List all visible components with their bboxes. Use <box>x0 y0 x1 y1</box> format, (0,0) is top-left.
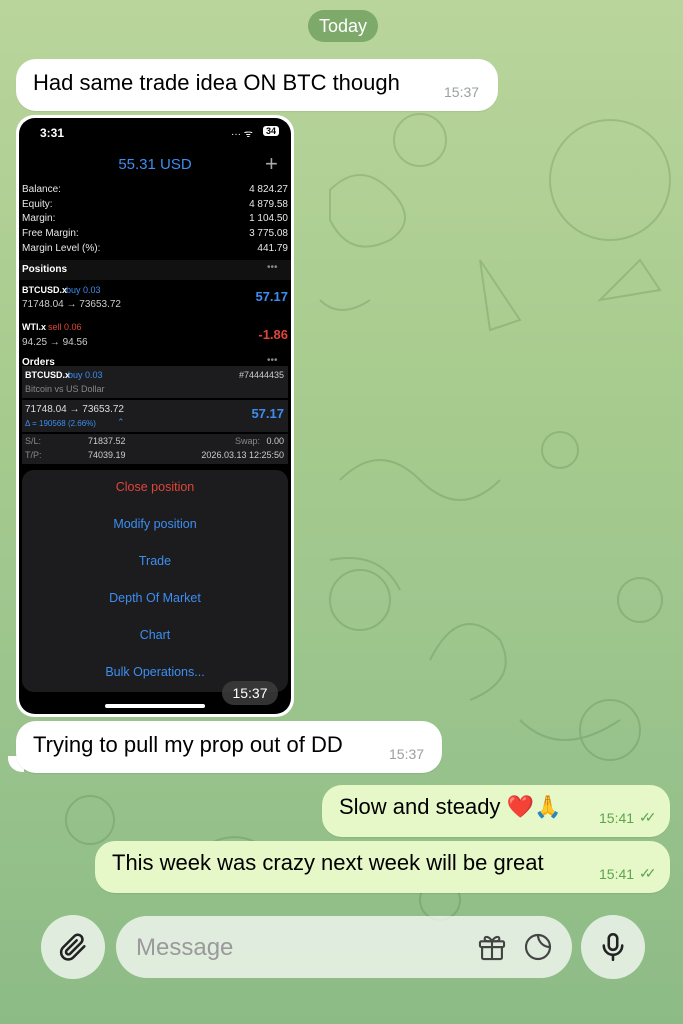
sticker-icon[interactable] <box>522 931 554 963</box>
status-icons: ··· ᯤ <box>231 129 253 140</box>
account-label: Equity: <box>22 199 53 210</box>
message-input[interactable] <box>134 928 468 968</box>
paperclip-icon <box>59 933 86 961</box>
status-time: 3:31 <box>40 126 65 140</box>
position-side: sell 0.06 <box>48 322 82 332</box>
menu-close-position: Close position <box>115 480 195 494</box>
detail-delta: Δ = 190568 (2.66%) <box>25 419 96 428</box>
message-text: This week was crazy next week will be gr… <box>112 850 544 875</box>
sl-label: S/L: <box>25 436 42 446</box>
detail-description: Bitcoin vs US Dollar <box>25 384 105 394</box>
menu-modify-position: Modify position <box>113 517 197 531</box>
detail-symbol: BTCUSD.x <box>25 370 71 380</box>
more-icon: ••• <box>267 355 278 366</box>
outgoing-message-bubble[interactable]: This week was crazy next week will be gr… <box>95 841 670 893</box>
menu-chart: Chart <box>139 628 171 642</box>
message-composer <box>116 916 572 978</box>
incoming-message-bubble[interactable]: Had same trade idea ON BTC though 15:37 <box>16 59 498 111</box>
account-value: 4 824.27 <box>249 184 288 195</box>
read-checkmarks-icon: ✓✓ <box>639 865 657 881</box>
account-label: Margin Level (%): <box>22 243 101 254</box>
swap-label: Swap: <box>235 436 261 446</box>
position-symbol: WTI.x <box>22 322 46 332</box>
detail-date: 2026.03.13 12:25:50 <box>201 450 284 460</box>
tp-value: 74039.19 <box>88 450 126 460</box>
chevron-up-icon: ⌃ <box>117 417 125 427</box>
menu-bulk-operations: Bulk Operations... <box>105 665 205 679</box>
account-value: 441.79 <box>257 243 288 254</box>
message-text: Had same trade idea ON BTC though <box>33 70 400 95</box>
day-separator: Today <box>308 10 378 42</box>
attach-button[interactable] <box>41 915 105 979</box>
image-message-time: 15:37 <box>222 681 278 705</box>
position-profit: -1.86 <box>258 327 288 342</box>
detail-divider <box>22 398 288 400</box>
home-indicator <box>105 704 205 708</box>
menu-depth-of-market: Depth Of Market <box>109 591 201 605</box>
position-detail-sheet: BTCUSD.x buy 0.03 #74444435 Bitcoin vs U… <box>22 366 288 464</box>
battery-icon: 34 <box>263 126 280 136</box>
voice-message-button[interactable] <box>581 915 645 979</box>
account-value: 1 104.50 <box>249 213 288 224</box>
menu-trade: Trade <box>138 554 172 568</box>
swap-value: 0.00 <box>266 436 284 446</box>
detail-divider <box>22 432 288 434</box>
message-time: 15:37 <box>389 746 425 762</box>
outgoing-message-bubble[interactable]: Slow and steady ❤️🙏 15:41 ✓✓ <box>322 785 670 837</box>
add-icon: + <box>265 151 278 176</box>
trading-app-screenshot: 3:31 ··· ᯤ 34 55.31 USD + Balance: 4 824… <box>19 118 291 714</box>
detail-prices: 71748.04 → 73653.72 <box>25 404 124 415</box>
positions-title: Positions <box>22 264 68 275</box>
message-text: Trying to pull my prop out of DD <box>33 732 343 757</box>
incoming-message-bubble[interactable]: Trying to pull my prop out of DD 15:37 <box>16 721 442 773</box>
position-profit: 57.17 <box>255 289 288 304</box>
account-value: 3 775.08 <box>249 228 288 239</box>
account-label: Free Margin: <box>22 228 79 239</box>
more-icon: ••• <box>267 262 278 273</box>
read-checkmarks-icon: ✓✓ <box>639 809 657 825</box>
position-prices: 71748.04 → 73653.72 <box>22 299 121 310</box>
sl-value: 71837.52 <box>88 436 126 446</box>
message-time: 15:41 <box>599 866 635 882</box>
detail-side: buy 0.03 <box>68 370 103 380</box>
position-symbol: BTCUSD.x <box>22 285 68 295</box>
account-label: Margin: <box>22 213 56 224</box>
gift-icon[interactable] <box>475 930 509 964</box>
microphone-icon <box>602 932 624 962</box>
position-action-menu: Close position Modify position Trade Dep… <box>22 470 288 692</box>
detail-profit: 57.17 <box>251 406 284 421</box>
account-label: Balance: <box>22 184 61 195</box>
position-prices: 94.25 → 94.56 <box>22 337 88 348</box>
account-value: 4 879.58 <box>249 199 288 210</box>
message-text: Slow and steady ❤️🙏 <box>339 794 562 819</box>
detail-ticket: #74444435 <box>238 370 284 380</box>
message-time: 15:37 <box>444 84 480 100</box>
header-profit: 55.31 USD <box>118 156 192 173</box>
tp-label: T/P: <box>25 450 42 460</box>
position-side: buy 0.03 <box>66 285 101 295</box>
message-time: 15:41 <box>599 810 635 826</box>
